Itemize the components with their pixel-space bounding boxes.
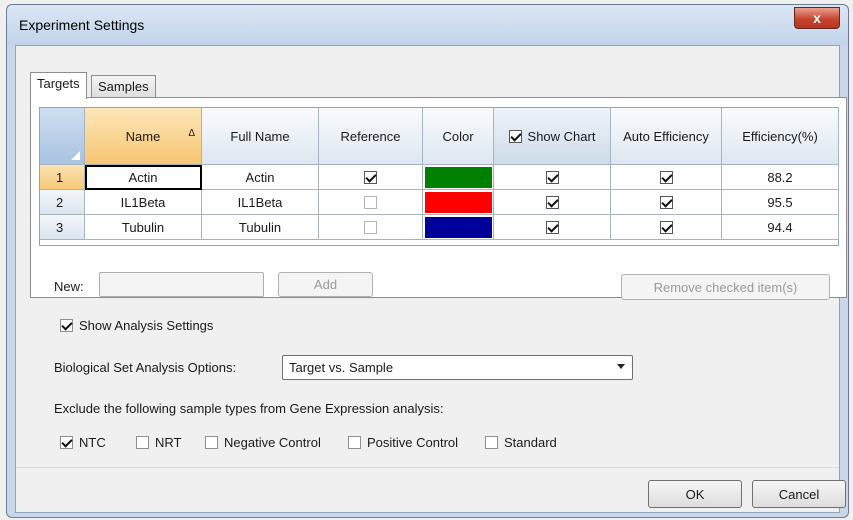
cell-show-chart[interactable] — [494, 190, 611, 215]
checkbox-box — [348, 436, 361, 449]
checkbox-box — [485, 436, 498, 449]
column-header-color[interactable]: Color — [423, 108, 494, 165]
checkbox-box — [136, 436, 149, 449]
cell-color[interactable] — [423, 165, 494, 190]
cell-reference[interactable] — [319, 165, 423, 190]
exclude-positive-control-checkbox[interactable]: Positive Control — [348, 435, 458, 450]
column-header-reference-label: Reference — [340, 128, 401, 144]
tab-samples-label: Samples — [98, 79, 149, 94]
reference-checkbox[interactable] — [364, 220, 377, 234]
column-header-auto-efficiency[interactable]: Auto Efficiency — [611, 108, 722, 165]
column-header-name-label: Name — [125, 128, 161, 144]
row-header[interactable]: 2 — [40, 190, 85, 215]
column-header-reference[interactable]: Reference — [319, 108, 423, 165]
show-analysis-settings-label: Show Analysis Settings — [79, 318, 214, 333]
footer-separator — [16, 467, 839, 468]
column-header-efficiency-label: Efficiency(%) — [742, 128, 818, 144]
targets-grid[interactable]: Name Δ Full Name Reference Color Show Ch… — [39, 107, 839, 246]
row-header[interactable]: 1 — [40, 165, 85, 190]
show-chart-checkbox[interactable] — [545, 195, 559, 209]
color-swatch[interactable] — [424, 166, 492, 188]
checkbox-box — [60, 436, 73, 449]
ok-button-label: OK — [685, 486, 705, 502]
exclude-label: Exclude the following sample types from … — [54, 401, 444, 416]
checkbox-label: NRT — [155, 435, 182, 450]
cancel-button-label: Cancel — [778, 486, 820, 502]
ok-button[interactable]: OK — [648, 480, 742, 508]
column-header-full-name[interactable]: Full Name — [202, 108, 319, 165]
new-target-label: New: — [54, 279, 84, 294]
checkbox-label: Positive Control — [367, 435, 459, 450]
cell-efficiency[interactable]: 94.4 — [722, 215, 839, 240]
close-icon: x — [813, 10, 821, 26]
tab-samples[interactable]: Samples — [91, 75, 156, 99]
column-header-full-name-label: Full Name — [230, 128, 290, 144]
checkbox-label: Negative Control — [224, 435, 321, 450]
window-title: Experiment Settings — [19, 17, 145, 33]
new-target-input[interactable] — [99, 272, 264, 297]
show-analysis-settings-checkbox[interactable]: Show Analysis Settings — [60, 318, 213, 333]
cell-full-name[interactable]: Tubulin — [202, 215, 319, 240]
tab-targets[interactable]: Targets — [30, 72, 87, 99]
cell-name[interactable]: IL1Beta — [85, 190, 202, 215]
column-header-auto-efficiency-label: Auto Efficiency — [623, 128, 709, 144]
cell-show-chart[interactable] — [494, 215, 611, 240]
cell-full-name[interactable]: Actin — [202, 165, 319, 190]
show-chart-checkbox[interactable] — [545, 170, 559, 184]
cell-full-name[interactable]: IL1Beta — [202, 190, 319, 215]
auto-efficiency-checkbox[interactable] — [659, 170, 673, 184]
cell-color[interactable] — [423, 190, 494, 215]
reference-checkbox[interactable] — [364, 195, 377, 209]
auto-efficiency-checkbox[interactable] — [659, 220, 673, 234]
exclude-standard-checkbox[interactable]: Standard — [485, 435, 557, 450]
cell-color[interactable] — [423, 215, 494, 240]
add-button[interactable]: Add — [278, 272, 373, 297]
cell-reference[interactable] — [319, 215, 423, 240]
cell-auto-efficiency[interactable] — [611, 215, 722, 240]
show-chart-checkbox[interactable] — [545, 220, 559, 234]
cell-auto-efficiency[interactable] — [611, 190, 722, 215]
cell-show-chart[interactable] — [494, 165, 611, 190]
grid-select-all-corner[interactable] — [40, 108, 85, 165]
sort-ascending-icon: Δ — [188, 128, 195, 139]
column-header-name[interactable]: Name Δ — [85, 108, 202, 165]
reference-checkbox[interactable] — [364, 170, 377, 184]
dialog-window: Experiment Settings x Targets Samples Na… — [6, 4, 849, 518]
close-button[interactable]: x — [794, 7, 840, 29]
column-header-efficiency[interactable]: Efficiency(%) — [722, 108, 839, 165]
row-header[interactable]: 3 — [40, 215, 85, 240]
bio-set-selected-value: Target vs. Sample — [289, 360, 394, 375]
show-analysis-settings-check — [60, 319, 73, 332]
cancel-button[interactable]: Cancel — [752, 480, 846, 508]
cell-efficiency[interactable]: 88.2 — [722, 165, 839, 190]
cell-name[interactable]: Tubulin — [85, 215, 202, 240]
checkbox-label: Standard — [504, 435, 557, 450]
cell-efficiency[interactable]: 95.5 — [722, 190, 839, 215]
cell-reference[interactable] — [319, 190, 423, 215]
title-bar: Experiment Settings x — [7, 5, 848, 45]
column-header-color-label: Color — [442, 128, 474, 144]
exclude-negative-control-checkbox[interactable]: Negative Control — [205, 435, 321, 450]
bio-set-dropdown[interactable]: Target vs. Sample — [282, 355, 633, 380]
column-header-show-chart[interactable]: Show Chart — [494, 108, 611, 165]
targets-tab-panel: Name Δ Full Name Reference Color Show Ch… — [30, 97, 847, 298]
cell-name[interactable]: Actin — [85, 165, 202, 190]
cell-auto-efficiency[interactable] — [611, 165, 722, 190]
show-chart-all-checkbox[interactable] — [508, 129, 522, 143]
column-header-show-chart-label: Show Chart — [527, 128, 596, 144]
color-swatch[interactable] — [424, 191, 492, 213]
auto-efficiency-checkbox[interactable] — [659, 195, 673, 209]
exclude-ntc-checkbox[interactable]: NTC — [60, 435, 106, 450]
remove-checked-button-label: Remove checked item(s) — [653, 279, 798, 295]
color-swatch[interactable] — [424, 216, 492, 238]
chevron-down-icon — [617, 364, 625, 369]
remove-checked-button[interactable]: Remove checked item(s) — [621, 274, 830, 300]
add-button-label: Add — [313, 277, 338, 292]
checkbox-label: NTC — [79, 435, 106, 450]
dialog-body: Targets Samples Name Δ Full Name Referen… — [15, 45, 847, 513]
checkbox-box — [205, 436, 218, 449]
bio-set-label: Biological Set Analysis Options: — [54, 360, 237, 375]
tab-targets-label: Targets — [37, 76, 80, 91]
exclude-nrt-checkbox[interactable]: NRT — [136, 435, 181, 450]
